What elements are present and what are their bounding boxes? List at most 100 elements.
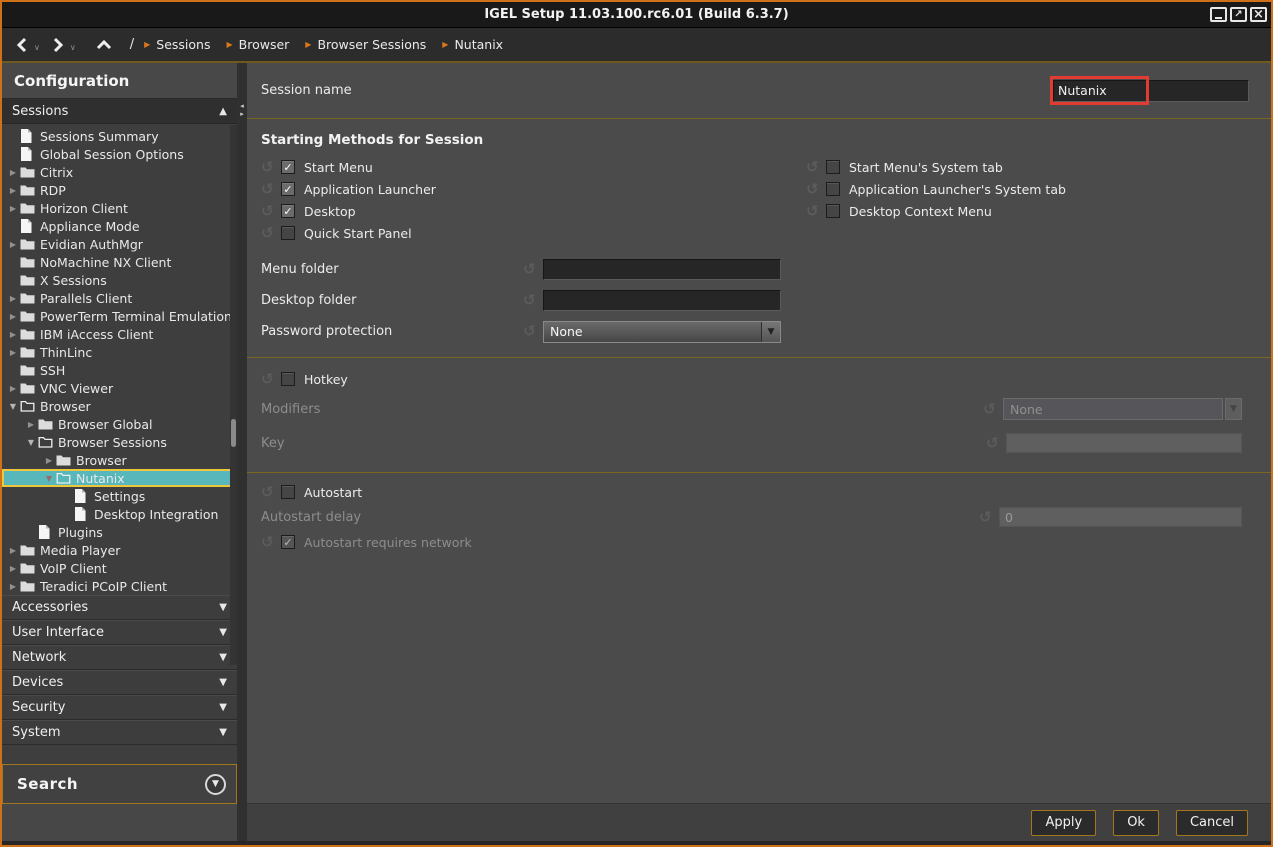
tree-item-evidian-authmgr[interactable]: ▶Evidian AuthMgr: [2, 235, 237, 253]
password-protection-select[interactable]: None ▼: [543, 321, 781, 343]
tree-item-voip-client[interactable]: ▶VoIP Client: [2, 559, 237, 577]
tree-item-vnc-viewer[interactable]: ▶VNC Viewer: [2, 379, 237, 397]
reset-icon[interactable]: ↺: [261, 204, 281, 219]
tree-item-nomachine-nx-client[interactable]: NoMachine NX Client: [2, 253, 237, 271]
tree-item-global-session-options[interactable]: Global Session Options: [2, 145, 237, 163]
reset-icon[interactable]: ↺: [261, 160, 281, 175]
back-button[interactable]: [12, 34, 32, 56]
up-button[interactable]: [94, 34, 114, 56]
close-button[interactable]: ×: [1250, 7, 1267, 22]
reset-icon[interactable]: ↺: [806, 160, 826, 175]
reset-icon[interactable]: ↺: [979, 510, 999, 525]
session-name-input[interactable]: [1053, 80, 1249, 102]
reset-icon[interactable]: ↺: [523, 324, 543, 339]
tree-expand-icon[interactable]: ▶: [6, 240, 20, 249]
breadcrumb-item-browser-sessions[interactable]: ▶Browser Sessions: [305, 37, 426, 52]
tree-item-ibm-iaccess-client[interactable]: ▶IBM iAccess Client: [2, 325, 237, 343]
tree-expand-icon[interactable]: ▶: [42, 456, 56, 465]
tree-collapse-icon[interactable]: ▼: [6, 402, 20, 411]
quick-start-panel-checkbox[interactable]: [281, 226, 295, 240]
hotkey-checkbox[interactable]: [281, 372, 295, 386]
tree-item-parallels-client[interactable]: ▶Parallels Client: [2, 289, 237, 307]
sidebar-scrollbar-track[interactable]: [230, 125, 237, 665]
desktop-context-menu-checkbox[interactable]: [826, 204, 840, 218]
dropdown-arrow-icon[interactable]: ▼: [761, 322, 780, 342]
tree-item-plugins[interactable]: Plugins: [2, 523, 237, 541]
tree-expand-icon[interactable]: ▶: [6, 546, 20, 555]
search-panel[interactable]: Search ▼: [2, 764, 237, 804]
tree-expand-icon[interactable]: ▶: [6, 582, 20, 591]
tree-item-browser-sessions[interactable]: ▼Browser Sessions: [2, 433, 237, 451]
tree-expand-icon[interactable]: ▶: [6, 384, 20, 393]
tree-item-thinlinc[interactable]: ▶ThinLinc: [2, 343, 237, 361]
sidebar-section-network[interactable]: Network▼: [2, 645, 237, 670]
reset-icon[interactable]: ↺: [261, 535, 281, 550]
tree-expand-icon[interactable]: ▶: [24, 420, 38, 429]
tree-collapse-icon[interactable]: ▼: [42, 474, 56, 483]
tree-expand-icon[interactable]: ▶: [6, 312, 20, 321]
tree-item-settings[interactable]: Settings: [2, 487, 237, 505]
application-launcher-s-system-tab-checkbox[interactable]: [826, 182, 840, 196]
tree-item-desktop-integration[interactable]: Desktop Integration: [2, 505, 237, 523]
reset-icon[interactable]: ↺: [261, 372, 281, 387]
tree-item-powerterm-terminal-emulation[interactable]: ▶PowerTerm Terminal Emulation: [2, 307, 237, 325]
tree-item-browser[interactable]: ▶Browser: [2, 451, 237, 469]
tree-expand-icon[interactable]: ▶: [6, 348, 20, 357]
application-launcher-checkbox[interactable]: ✓: [281, 182, 295, 196]
sidebar-section-devices[interactable]: Devices▼: [2, 670, 237, 695]
maximize-button[interactable]: ↗: [1230, 7, 1247, 22]
sidebar-splitter[interactable]: ◂ ▸: [237, 63, 247, 841]
tree-item-browser-global[interactable]: ▶Browser Global: [2, 415, 237, 433]
apply-button[interactable]: Apply: [1031, 810, 1096, 836]
reset-icon[interactable]: ↺: [983, 402, 1003, 417]
tree-expand-icon[interactable]: ▶: [6, 564, 20, 573]
breadcrumb-item-sessions[interactable]: ▶Sessions: [144, 37, 210, 52]
tree-item-appliance-mode[interactable]: Appliance Mode: [2, 217, 237, 235]
tree-expand-icon[interactable]: ▶: [6, 294, 20, 303]
tree-item-browser[interactable]: ▼Browser: [2, 397, 237, 415]
sidebar-section-system[interactable]: System▼: [2, 720, 237, 745]
tree-item-citrix[interactable]: ▶Citrix: [2, 163, 237, 181]
forward-history-dropdown[interactable]: ∨: [70, 43, 76, 52]
tree-collapse-icon[interactable]: ▼: [24, 438, 38, 447]
minimize-button[interactable]: [1210, 7, 1227, 22]
sidebar-section-security[interactable]: Security▼: [2, 695, 237, 720]
menu-folder-input[interactable]: [543, 259, 781, 280]
tree-item-ssh[interactable]: SSH: [2, 361, 237, 379]
reset-icon[interactable]: ↺: [986, 436, 1006, 451]
tree-expand-icon[interactable]: ▶: [6, 330, 20, 339]
desktop-folder-input[interactable]: [543, 290, 781, 311]
tree-item-rdp[interactable]: ▶RDP: [2, 181, 237, 199]
tree-item-sessions-summary[interactable]: Sessions Summary: [2, 127, 237, 145]
tree-item-horizon-client[interactable]: ▶Horizon Client: [2, 199, 237, 217]
sidebar-section-sessions[interactable]: Sessions ▲: [2, 99, 237, 124]
start-menu-checkbox[interactable]: ✓: [281, 160, 295, 174]
reset-icon[interactable]: ↺: [806, 204, 826, 219]
tree-item-media-player[interactable]: ▶Media Player: [2, 541, 237, 559]
reset-icon[interactable]: ↺: [523, 262, 543, 277]
desktop-checkbox[interactable]: ✓: [281, 204, 295, 218]
tree-item-teradici-pcoip-client[interactable]: ▶Teradici PCoIP Client: [2, 577, 237, 595]
tree-expand-icon[interactable]: ▶: [6, 204, 20, 213]
reset-icon[interactable]: ↺: [806, 182, 826, 197]
reset-icon[interactable]: ↺: [261, 226, 281, 241]
sidebar-scrollbar-thumb[interactable]: [231, 419, 236, 447]
start-menu-s-system-tab-checkbox[interactable]: [826, 160, 840, 174]
tree-item-nutanix[interactable]: ▼Nutanix: [2, 469, 237, 487]
splitter-collapse-icon[interactable]: ◂: [240, 103, 244, 110]
reset-icon[interactable]: ↺: [261, 485, 281, 500]
splitter-expand-icon[interactable]: ▸: [240, 111, 244, 118]
reset-icon[interactable]: ↺: [523, 293, 543, 308]
breadcrumb-item-browser[interactable]: ▶Browser: [226, 37, 289, 52]
breadcrumb-item-nutanix[interactable]: ▶Nutanix: [442, 37, 503, 52]
cancel-button[interactable]: Cancel: [1176, 810, 1248, 836]
back-history-dropdown[interactable]: ∨: [34, 43, 40, 52]
tree-expand-icon[interactable]: ▶: [6, 186, 20, 195]
search-expand-icon[interactable]: ▼: [205, 774, 226, 795]
tree-expand-icon[interactable]: ▶: [6, 168, 20, 177]
sidebar-section-user-interface[interactable]: User Interface▼: [2, 620, 237, 645]
tree-item-x-sessions[interactable]: X Sessions: [2, 271, 237, 289]
ok-button[interactable]: Ok: [1113, 810, 1159, 836]
reset-icon[interactable]: ↺: [261, 182, 281, 197]
forward-button[interactable]: [48, 34, 68, 56]
